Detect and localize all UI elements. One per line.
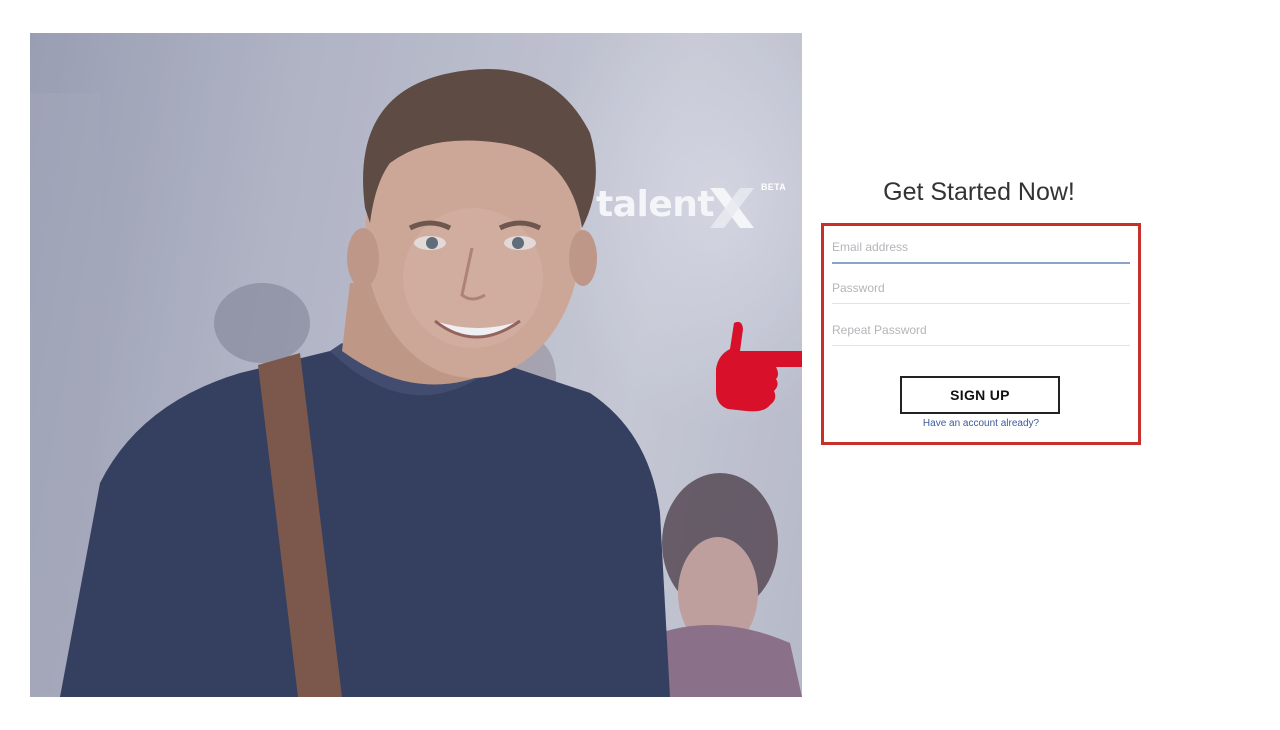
signup-form: SIGN UP Have an account already? [821, 223, 1141, 445]
email-field[interactable] [832, 232, 1130, 264]
pointing-hand-icon [716, 321, 802, 412]
beta-badge: BETA [761, 182, 787, 192]
form-title: Get Started Now! [883, 178, 1075, 206]
brand-name: talent [596, 184, 715, 225]
photo-overlay [30, 33, 802, 697]
login-link[interactable]: Have an account already? [824, 418, 1138, 429]
repeat-password-field[interactable] [832, 315, 1130, 346]
x-logo-icon [710, 188, 754, 228]
signup-button[interactable]: SIGN UP [900, 376, 1060, 414]
brand-logo: talent BETA [596, 180, 796, 234]
hero-photo: talent BETA [30, 33, 802, 697]
password-field[interactable] [832, 273, 1130, 304]
